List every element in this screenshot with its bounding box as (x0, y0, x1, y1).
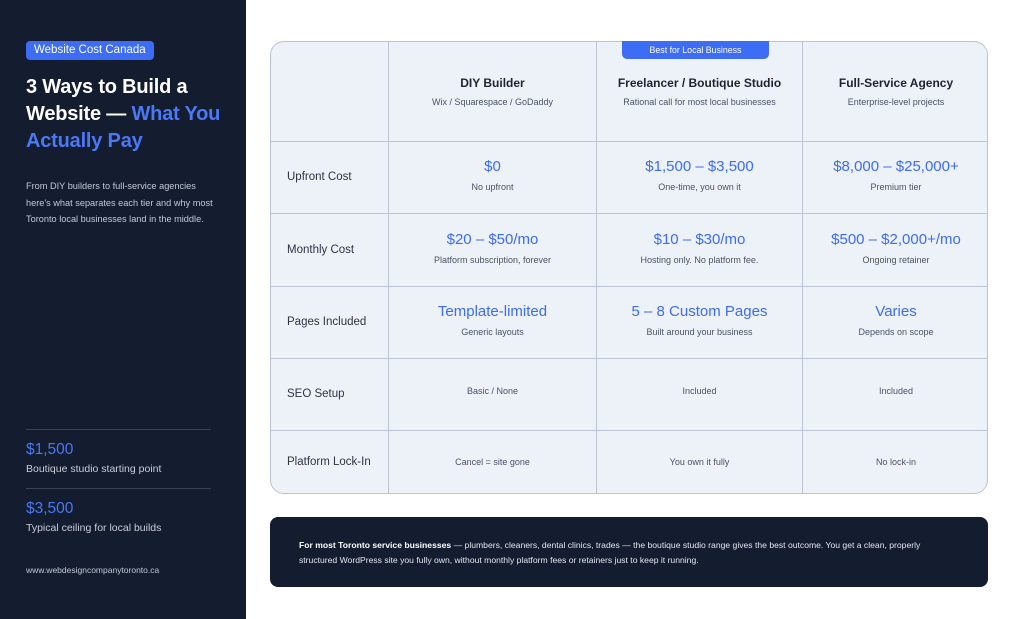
cell-value: $1,500 – $3,500 (645, 158, 754, 175)
row-divider (271, 430, 987, 431)
table-cell: Cancel = site gone (455, 457, 530, 467)
cell-note: Ongoing retainer (862, 255, 930, 265)
cell-note: Hosting only. No platform fee. (640, 255, 759, 265)
stat-label-ceiling: Typical ceiling for local builds (26, 522, 162, 534)
website-url[interactable]: www.webdesigncompanytoronto.ca (26, 565, 159, 575)
table-cell: $500 – $2,000+/mo Ongoing retainer (803, 231, 987, 265)
stat-label-start: Boutique studio starting point (26, 463, 162, 475)
cell-note: Generic layouts (461, 327, 524, 337)
column-title: Full-Service Agency (838, 76, 954, 90)
cell-value: $0 (484, 158, 501, 175)
table-cell: $1,500 – $3,500 One-time, you own it (597, 158, 802, 192)
table-cell: $20 – $50/mo Platform subscription, fore… (389, 231, 596, 265)
stat-value-start: $1,500 (26, 441, 74, 458)
table-cell: 5 – 8 Custom Pages Built around your bus… (597, 303, 802, 337)
table-cell: $0 No upfront (389, 158, 596, 192)
cell-value: Varies (875, 303, 917, 320)
column-header-diy: DIY Builder Wix / Squarespace / GoDaddy (389, 42, 596, 141)
table-cell: $10 – $30/mo Hosting only. No platform f… (597, 231, 802, 265)
cell-value: Template-limited (437, 303, 548, 320)
intro-text: From DIY builders to full-service agenci… (26, 181, 213, 224)
cell-value: $20 – $50/mo (446, 231, 539, 248)
table-cell: Template-limited Generic layouts (389, 303, 596, 337)
stat-divider (26, 488, 211, 489)
cell-note: Premium tier (870, 182, 922, 192)
cell-note: One-time, you own it (658, 182, 741, 192)
row-divider (271, 286, 987, 287)
row-label-monthly-cost: Monthly Cost (287, 244, 355, 256)
column-title: Freelancer / Boutique Studio (617, 76, 782, 90)
column-header-agency: Full-Service Agency Enterprise-level pro… (803, 42, 987, 141)
sidebar: Website Cost Canada 3 Ways to Build a We… (0, 0, 246, 619)
category-badge: Website Cost Canada (26, 41, 154, 60)
comparison-table: DIY Builder Wix / Squarespace / GoDaddy … (270, 41, 988, 494)
best-for-local-tag: Best for Local Business (622, 41, 769, 59)
cell-value: $500 – $2,000+/mo (831, 231, 961, 248)
row-label-pages-included: Pages Included (287, 316, 367, 328)
row-label-seo-setup: SEO Setup (287, 388, 345, 400)
table-cell: Included (682, 386, 717, 396)
row-label-upfront-cost: Upfront Cost (287, 171, 352, 183)
table-cell: No lock-in (875, 457, 916, 467)
table-cell: $8,000 – $25,000+ Premium tier (803, 158, 987, 192)
cell-note: Platform subscription, forever (433, 255, 552, 265)
table-cell: You own it fully (669, 457, 730, 467)
cell-note: No upfront (471, 182, 514, 192)
note-lead: For most Toronto service businesses (299, 540, 452, 550)
cell-value: 5 – 8 Custom Pages (631, 303, 768, 320)
table-cell: Basic / None (466, 386, 519, 396)
column-subtitle: Rational call for most local businesses (623, 97, 776, 107)
stat-value-ceiling: $3,500 (26, 500, 74, 517)
cell-value: $10 – $30/mo (653, 231, 746, 248)
row-divider (271, 213, 987, 214)
column-subtitle: Enterprise-level projects (847, 97, 945, 107)
page-title: 3 Ways to Build a Website — What You Act… (26, 74, 231, 155)
row-divider (271, 358, 987, 359)
table-cell: Included (878, 386, 914, 396)
column-title: DIY Builder (460, 76, 525, 90)
cell-value: $8,000 – $25,000+ (833, 158, 959, 175)
row-divider (271, 141, 987, 142)
row-label-platform-lock-in: Platform Lock-In (287, 456, 371, 468)
cell-note: Built around your business (646, 327, 753, 337)
stat-divider (26, 429, 211, 430)
table-cell: Varies Depends on scope (803, 303, 987, 337)
column-subtitle: Wix / Squarespace / GoDaddy (431, 97, 554, 107)
recommendation-note: For most Toronto service businesses — pl… (270, 517, 988, 587)
cell-note: Depends on scope (858, 327, 934, 337)
